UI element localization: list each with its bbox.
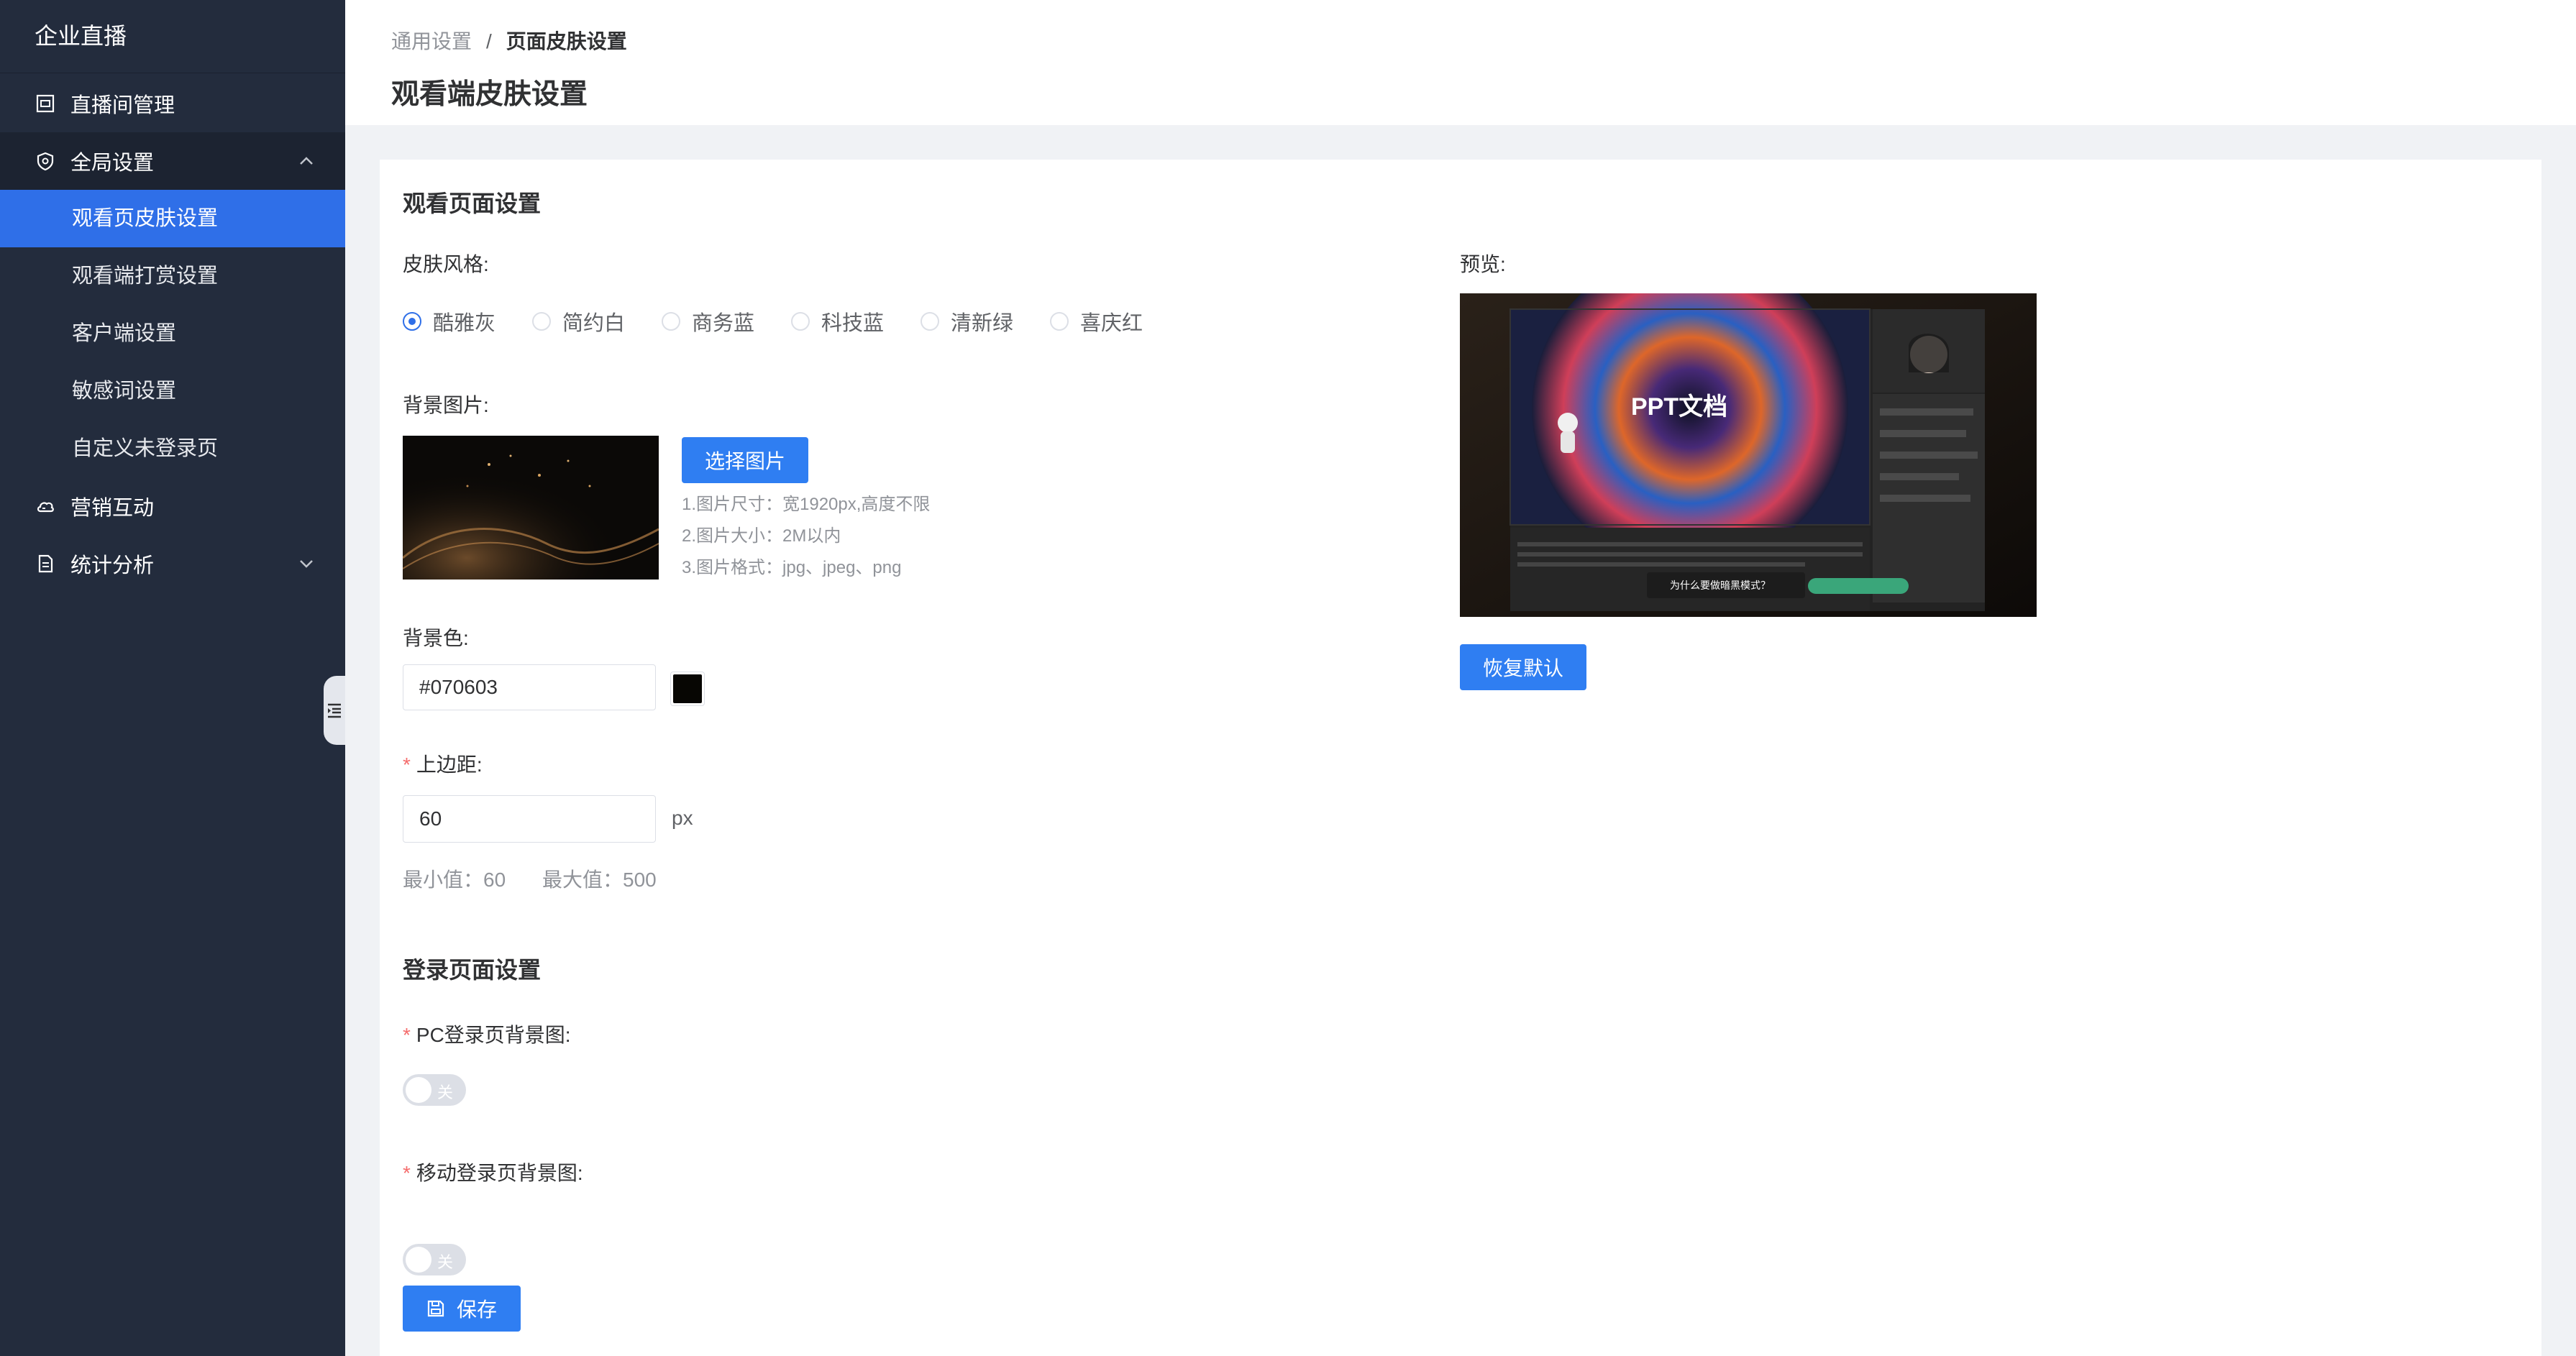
radio-label: 科技蓝 [821, 312, 885, 335]
radio-label: 商务蓝 [692, 312, 755, 335]
mobile-login-bg-label-text: 移动登录页背景图: [416, 1162, 583, 1184]
required-asterisk: * [403, 1162, 411, 1184]
radio-circle [403, 312, 421, 331]
radio-circle [662, 312, 680, 331]
skin-radio-fresh-green[interactable]: 清新绿 [921, 306, 1050, 336]
settings-card: 观看页面设置 皮肤风格: 酷雅灰 简约白 商务蓝 科技蓝 清新绿 喜庆红 背景图… [380, 160, 2541, 1356]
preview-question-text: 为什么要做暗黑模式？ [1670, 579, 1771, 591]
sidebar-item-label: 营销互动 [70, 497, 155, 520]
bg-color-label: 背景色: [403, 627, 469, 649]
pc-login-bg-toggle[interactable]: 关 [403, 1074, 466, 1106]
monitor-icon [35, 93, 56, 114]
toggle-text: 关 [437, 1253, 454, 1271]
preview-label: 预览: [1460, 253, 1506, 275]
radio-label: 酷雅灰 [433, 312, 496, 335]
sidebar: 企业直播 直播间管理 全局设置 观看页皮肤设置 观看端打赏设置 客户端设置 敏感… [0, 0, 345, 1356]
max-value-text: 最大值：500 [542, 869, 657, 891]
skin-radio-white[interactable]: 简约白 [532, 306, 662, 336]
chevron-down-icon [300, 560, 313, 568]
top-margin-label: * 上边距: [403, 749, 483, 778]
skin-radio-business-blue[interactable]: 商务蓝 [662, 306, 791, 336]
mobile-login-bg-toggle[interactable]: 关 [403, 1244, 466, 1275]
mobile-login-bg-label: * 移动登录页背景图: [403, 1158, 583, 1186]
preview-image: PPT文档 为什么要做暗黑模式？ [1460, 293, 2037, 617]
skin-radio-group: 酷雅灰 简约白 商务蓝 科技蓝 清新绿 喜庆红 [403, 306, 1179, 336]
save-icon [427, 1300, 444, 1317]
sidebar-item-global-settings[interactable]: 全局设置 [0, 132, 345, 190]
required-asterisk: * [403, 1024, 411, 1046]
color-picker[interactable] [670, 672, 705, 706]
watch-section-title: 观看页面设置 [403, 191, 542, 216]
top-margin-input[interactable]: 60 [403, 795, 656, 843]
toggle-knob [406, 1247, 431, 1273]
top-margin-label-text: 上边距: [416, 753, 483, 776]
radio-circle [532, 312, 551, 331]
sidebar-item-skin-settings[interactable]: 观看页皮肤设置 [0, 190, 345, 247]
sidebar-item-label: 直播间管理 [70, 94, 175, 117]
radio-circle [921, 312, 939, 331]
sidebar-collapse-handle[interactable] [324, 676, 345, 745]
chevron-up-icon [300, 157, 313, 165]
pc-login-bg-label-text: PC登录页背景图: [416, 1024, 571, 1046]
choose-image-button[interactable]: 选择图片 [682, 437, 808, 483]
radio-label: 简约白 [562, 312, 626, 335]
toggle-knob [406, 1077, 431, 1103]
image-hints: 1.图片尺寸：宽1920px,高度不限 2.图片大小：2M以内 3.图片格式：j… [682, 489, 930, 584]
skin-radio-gray[interactable]: 酷雅灰 [403, 306, 532, 336]
sidebar-item-label: 统计分析 [70, 554, 155, 577]
toggle-text: 关 [437, 1084, 454, 1101]
pc-login-bg-label: * PC登录页背景图: [403, 1020, 571, 1048]
skin-style-label: 皮肤风格: [403, 253, 489, 275]
hint-filesize: 2.图片大小：2M以内 [682, 526, 841, 546]
shield-icon [35, 150, 56, 172]
restore-default-button[interactable]: 恢复默认 [1460, 644, 1586, 690]
cloud-icon [35, 495, 56, 517]
save-button[interactable]: 保存 [403, 1286, 521, 1332]
radio-circle [1050, 312, 1069, 331]
document-icon [35, 553, 56, 574]
bg-image-label: 背景图片: [403, 394, 489, 416]
bg-color-input[interactable]: #070603 [403, 664, 656, 710]
sidebar-item-reward-settings[interactable]: 观看端打赏设置 [0, 247, 345, 305]
breadcrumb-separator: / [486, 30, 492, 52]
sidebar-item-live-room[interactable]: 直播间管理 [0, 75, 345, 132]
sidebar-item-custom-unlogged-page[interactable]: 自定义未登录页 [0, 420, 345, 477]
sidebar-item-statistics[interactable]: 统计分析 [0, 535, 345, 592]
min-value-text: 最小值：60 [403, 869, 506, 891]
hint-size: 1.图片尺寸：宽1920px,高度不限 [682, 495, 931, 514]
login-section-title: 登录页面设置 [403, 957, 542, 983]
page-header: 通用设置 / 页面皮肤设置 观看端皮肤设置 [345, 0, 2576, 125]
unit-label: px [672, 807, 693, 829]
skin-radio-tech-blue[interactable]: 科技蓝 [791, 306, 921, 336]
sidebar-item-sensitive-words[interactable]: 敏感词设置 [0, 362, 345, 420]
sidebar-item-client-settings[interactable]: 客户端设置 [0, 305, 345, 362]
sidebar-item-marketing[interactable]: 营销互动 [0, 477, 345, 535]
app-title: 企业直播 [0, 0, 345, 73]
bg-image-thumbnail [403, 436, 659, 579]
breadcrumb-item-general-settings[interactable]: 通用设置 [391, 30, 472, 52]
color-swatch [673, 674, 702, 703]
required-asterisk: * [403, 753, 411, 776]
preview-slide-title: PPT文档 [1631, 393, 1728, 421]
radio-circle [791, 312, 810, 331]
page-title: 观看端皮肤设置 [391, 79, 588, 110]
hint-format: 3.图片格式：jpg、jpeg、png [682, 558, 902, 577]
sidebar-item-label: 全局设置 [70, 152, 155, 175]
radio-label: 清新绿 [951, 312, 1014, 335]
breadcrumb-item-current: 页面皮肤设置 [506, 30, 627, 52]
menu-fold-icon [328, 703, 341, 718]
breadcrumb: 通用设置 / 页面皮肤设置 [391, 26, 627, 55]
radio-label: 喜庆红 [1080, 312, 1143, 335]
skin-radio-festive-red[interactable]: 喜庆红 [1050, 306, 1179, 336]
save-button-label: 保存 [456, 1298, 497, 1321]
